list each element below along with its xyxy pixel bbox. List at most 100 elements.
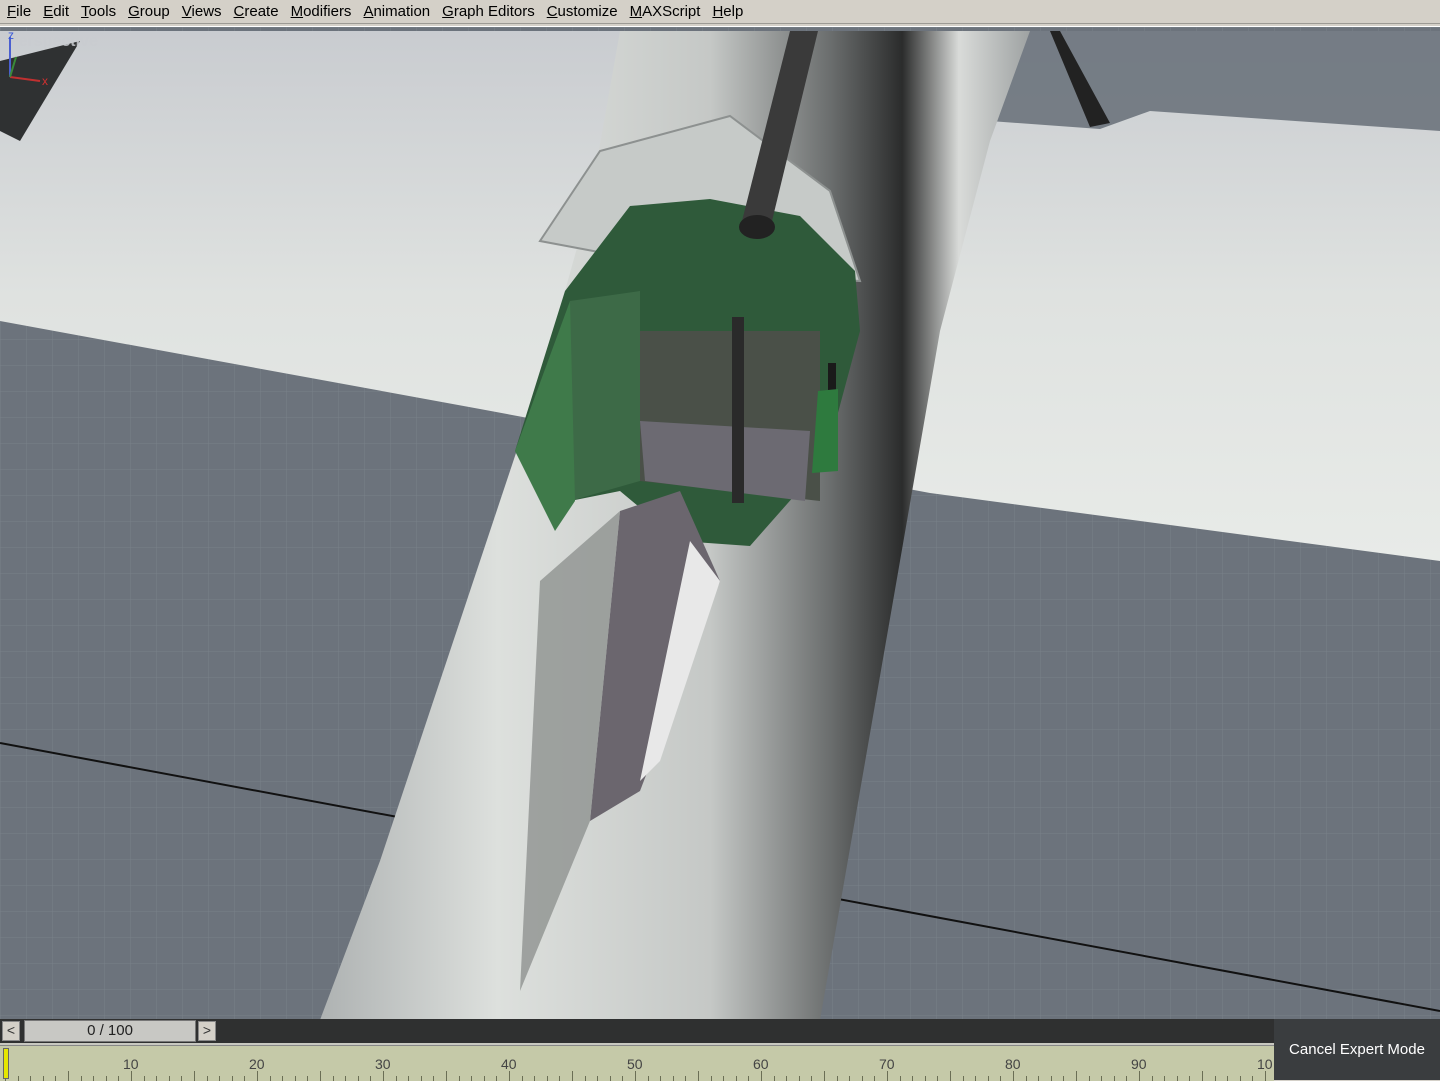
menu-customize[interactable]: Customize <box>541 1 624 23</box>
timeline-tick <box>924 1076 926 1081</box>
menu-graph-editors[interactable]: Graph Editors <box>436 1 541 23</box>
timeline-tick <box>55 1076 57 1081</box>
timeline-tick <box>874 1076 876 1081</box>
timeline-tick-label: 70 <box>879 1056 895 1072</box>
bottom-panel: < 0 / 100 > 10 20 30 40 50 60 70 80 90 10 Cancel … <box>0 1019 1440 1081</box>
timeline-tick <box>219 1076 221 1081</box>
timeline-tick <box>748 1076 750 1081</box>
timeline-tick <box>1176 1076 1178 1081</box>
menu-edit[interactable]: Edit <box>37 1 75 23</box>
timeline-tick <box>93 1076 95 1081</box>
timeline-tick <box>937 1076 939 1081</box>
timeline-tick <box>357 1076 359 1081</box>
timeline-tick <box>1227 1076 1229 1081</box>
timeline-tick <box>773 1076 775 1081</box>
timeline-tick <box>496 1076 498 1081</box>
timeline-tick <box>17 1076 19 1081</box>
menu-modifiers[interactable]: Modifiers <box>285 1 358 23</box>
prev-frame-button[interactable]: < <box>2 1021 20 1041</box>
timeline-tick <box>42 1076 44 1081</box>
timeline-tick-label: 80 <box>1005 1056 1021 1072</box>
timeline-tick-label: 40 <box>501 1056 517 1072</box>
timeline-tick <box>1101 1076 1103 1081</box>
axis-x-label: x <box>42 74 48 87</box>
timeline-tick <box>307 1076 309 1081</box>
timeline-tick <box>395 1076 397 1081</box>
timeline-tick <box>458 1076 460 1081</box>
timeline-tick <box>559 1076 561 1081</box>
timeline-tick <box>1000 1076 1002 1081</box>
timeline-tick-label: 10 <box>1257 1056 1273 1072</box>
timeline-tick <box>1088 1076 1090 1081</box>
timeline-tick-label: 90 <box>1131 1056 1147 1072</box>
timeline-tick <box>1151 1076 1153 1081</box>
timeline-tick <box>584 1076 586 1081</box>
timeline-tick <box>80 1076 82 1081</box>
timeline-tick <box>811 1076 813 1081</box>
timeline-tick <box>1025 1076 1027 1081</box>
timeline-tick <box>294 1076 296 1081</box>
timeline-tick <box>118 1076 120 1081</box>
timeline-tick <box>1164 1076 1166 1081</box>
timeline-tick <box>609 1076 611 1081</box>
timeline-tick <box>521 1076 523 1081</box>
timeline-tick <box>861 1076 863 1081</box>
timeline-tick-label: 20 <box>249 1056 265 1072</box>
timeline-tick <box>962 1076 964 1081</box>
timeline-tick <box>534 1076 536 1081</box>
timeline-tick <box>1126 1076 1128 1081</box>
timeline-tick <box>735 1076 737 1081</box>
timeline-tick <box>786 1076 788 1081</box>
axis-z-label: z <box>8 28 14 42</box>
timeline-tick <box>672 1076 674 1081</box>
next-frame-button[interactable]: > <box>198 1021 216 1041</box>
timeline-tick <box>408 1076 410 1081</box>
timeline-tick <box>1252 1076 1254 1081</box>
timeline-tick <box>975 1076 977 1081</box>
menu-file[interactable]: File <box>0 1 37 23</box>
timeline-tick <box>622 1076 624 1081</box>
timeline-tick <box>269 1076 271 1081</box>
timeline-tick <box>1038 1076 1040 1081</box>
perspective-viewport[interactable]: Perspective z x <box>0 26 1440 1020</box>
timeline-tick <box>1050 1076 1052 1081</box>
cancel-expert-mode-button[interactable]: Cancel Expert Mode <box>1274 1019 1440 1080</box>
timeline-tick <box>899 1076 901 1081</box>
menu-help[interactable]: Help <box>706 1 749 23</box>
timeline-tick <box>471 1076 473 1081</box>
timeline-tick <box>1214 1076 1216 1081</box>
timeline-tick <box>244 1076 246 1081</box>
timeline-tick <box>685 1076 687 1081</box>
menu-bar: File Edit Tools Group Views Create Modif… <box>0 0 1440 24</box>
axis-tripod-icon: z x <box>8 28 48 87</box>
viewport-scene <box>0 27 1440 1020</box>
menu-maxscript[interactable]: MAXScript <box>624 1 707 23</box>
timeline-tick <box>723 1076 725 1081</box>
timeline-tick <box>483 1076 485 1081</box>
current-frame-marker[interactable] <box>3 1048 9 1079</box>
menu-create[interactable]: Create <box>228 1 285 23</box>
timeline-tick <box>282 1076 284 1081</box>
timeline-tick <box>660 1076 662 1081</box>
timeline-tick <box>30 1076 32 1081</box>
timeline-tick <box>332 1076 334 1081</box>
timeline-tick <box>433 1076 435 1081</box>
menu-animation[interactable]: Animation <box>357 1 436 23</box>
timeline-tick <box>1063 1076 1065 1081</box>
timeline-track[interactable]: 10 20 30 40 50 60 70 80 90 10 <box>0 1045 1274 1081</box>
timeline-tick <box>181 1076 183 1081</box>
timeline-tick-label: 10 <box>123 1056 139 1072</box>
timeline-tick <box>597 1076 599 1081</box>
time-slider-thumb[interactable]: 0 / 100 <box>24 1020 196 1042</box>
time-slider[interactable]: < 0 / 100 > <box>0 1019 1274 1043</box>
menu-tools[interactable]: Tools <box>75 1 122 23</box>
menu-group[interactable]: Group <box>122 1 176 23</box>
timeline-tick <box>206 1076 208 1081</box>
menu-views[interactable]: Views <box>176 1 228 23</box>
timeline-tick <box>370 1076 372 1081</box>
timeline-tick <box>647 1076 649 1081</box>
timeline-tick <box>231 1076 233 1081</box>
timeline-tick <box>1189 1076 1191 1081</box>
timeline-tick-label: 60 <box>753 1056 769 1072</box>
timeline-tick-label: 50 <box>627 1056 643 1072</box>
